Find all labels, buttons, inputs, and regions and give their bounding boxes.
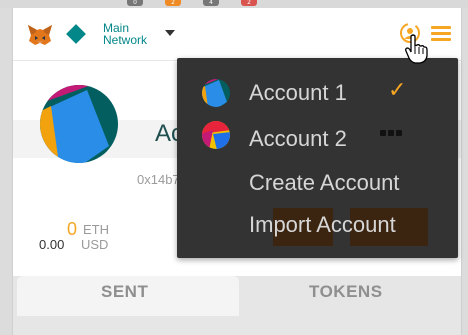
menu-item-label: Account 1: [249, 80, 347, 105]
balance-usd-value: 0.00: [39, 237, 65, 252]
page-background-left: [0, 8, 12, 335]
tab-tokens-label[interactable]: TOKENS: [309, 282, 383, 302]
app-header: Main Network: [13, 8, 461, 61]
hamburger-menu-icon[interactable]: [431, 26, 451, 42]
account-dropdown-menu: Account 1 ✓ Account 2 Create Account Imp…: [177, 58, 458, 258]
browser-badge: 4: [203, 0, 219, 6]
network-indicator-icon[interactable]: [66, 24, 86, 44]
browser-badge: 0: [127, 0, 143, 6]
menu-item-account-1[interactable]: Account 1 ✓: [177, 72, 458, 112]
checkmark-icon: ✓: [388, 78, 407, 103]
chevron-down-icon[interactable]: [165, 30, 175, 36]
account-avatar[interactable]: [39, 84, 119, 164]
menu-item-label: Import Account: [249, 212, 396, 237]
tab-sent-label[interactable]: SENT: [101, 282, 148, 302]
menu-item-label: Create Account: [249, 170, 400, 195]
browser-badge: 2: [165, 0, 181, 6]
menu-item-label: Account 2: [249, 126, 347, 151]
menu-item-create-account[interactable]: Create Account: [177, 162, 458, 202]
browser-chrome-strip: 0 2 4 2: [0, 0, 468, 8]
more-options-icon[interactable]: [380, 121, 404, 140]
metamask-fox-icon[interactable]: [27, 24, 53, 46]
balance-usd-unit: USD: [81, 237, 109, 252]
hand-cursor-icon: [405, 34, 428, 64]
account-1-avatar: [202, 79, 230, 107]
network-label-line2: Network: [103, 33, 148, 47]
balance-eth-unit: ETH: [83, 222, 109, 237]
menu-item-account-2[interactable]: Account 2: [177, 116, 458, 156]
menu-item-import-account[interactable]: Import Account: [177, 204, 458, 244]
network-selector[interactable]: Main Network: [103, 22, 147, 46]
browser-badge: 2: [241, 0, 257, 6]
account-2-avatar: [202, 121, 230, 149]
